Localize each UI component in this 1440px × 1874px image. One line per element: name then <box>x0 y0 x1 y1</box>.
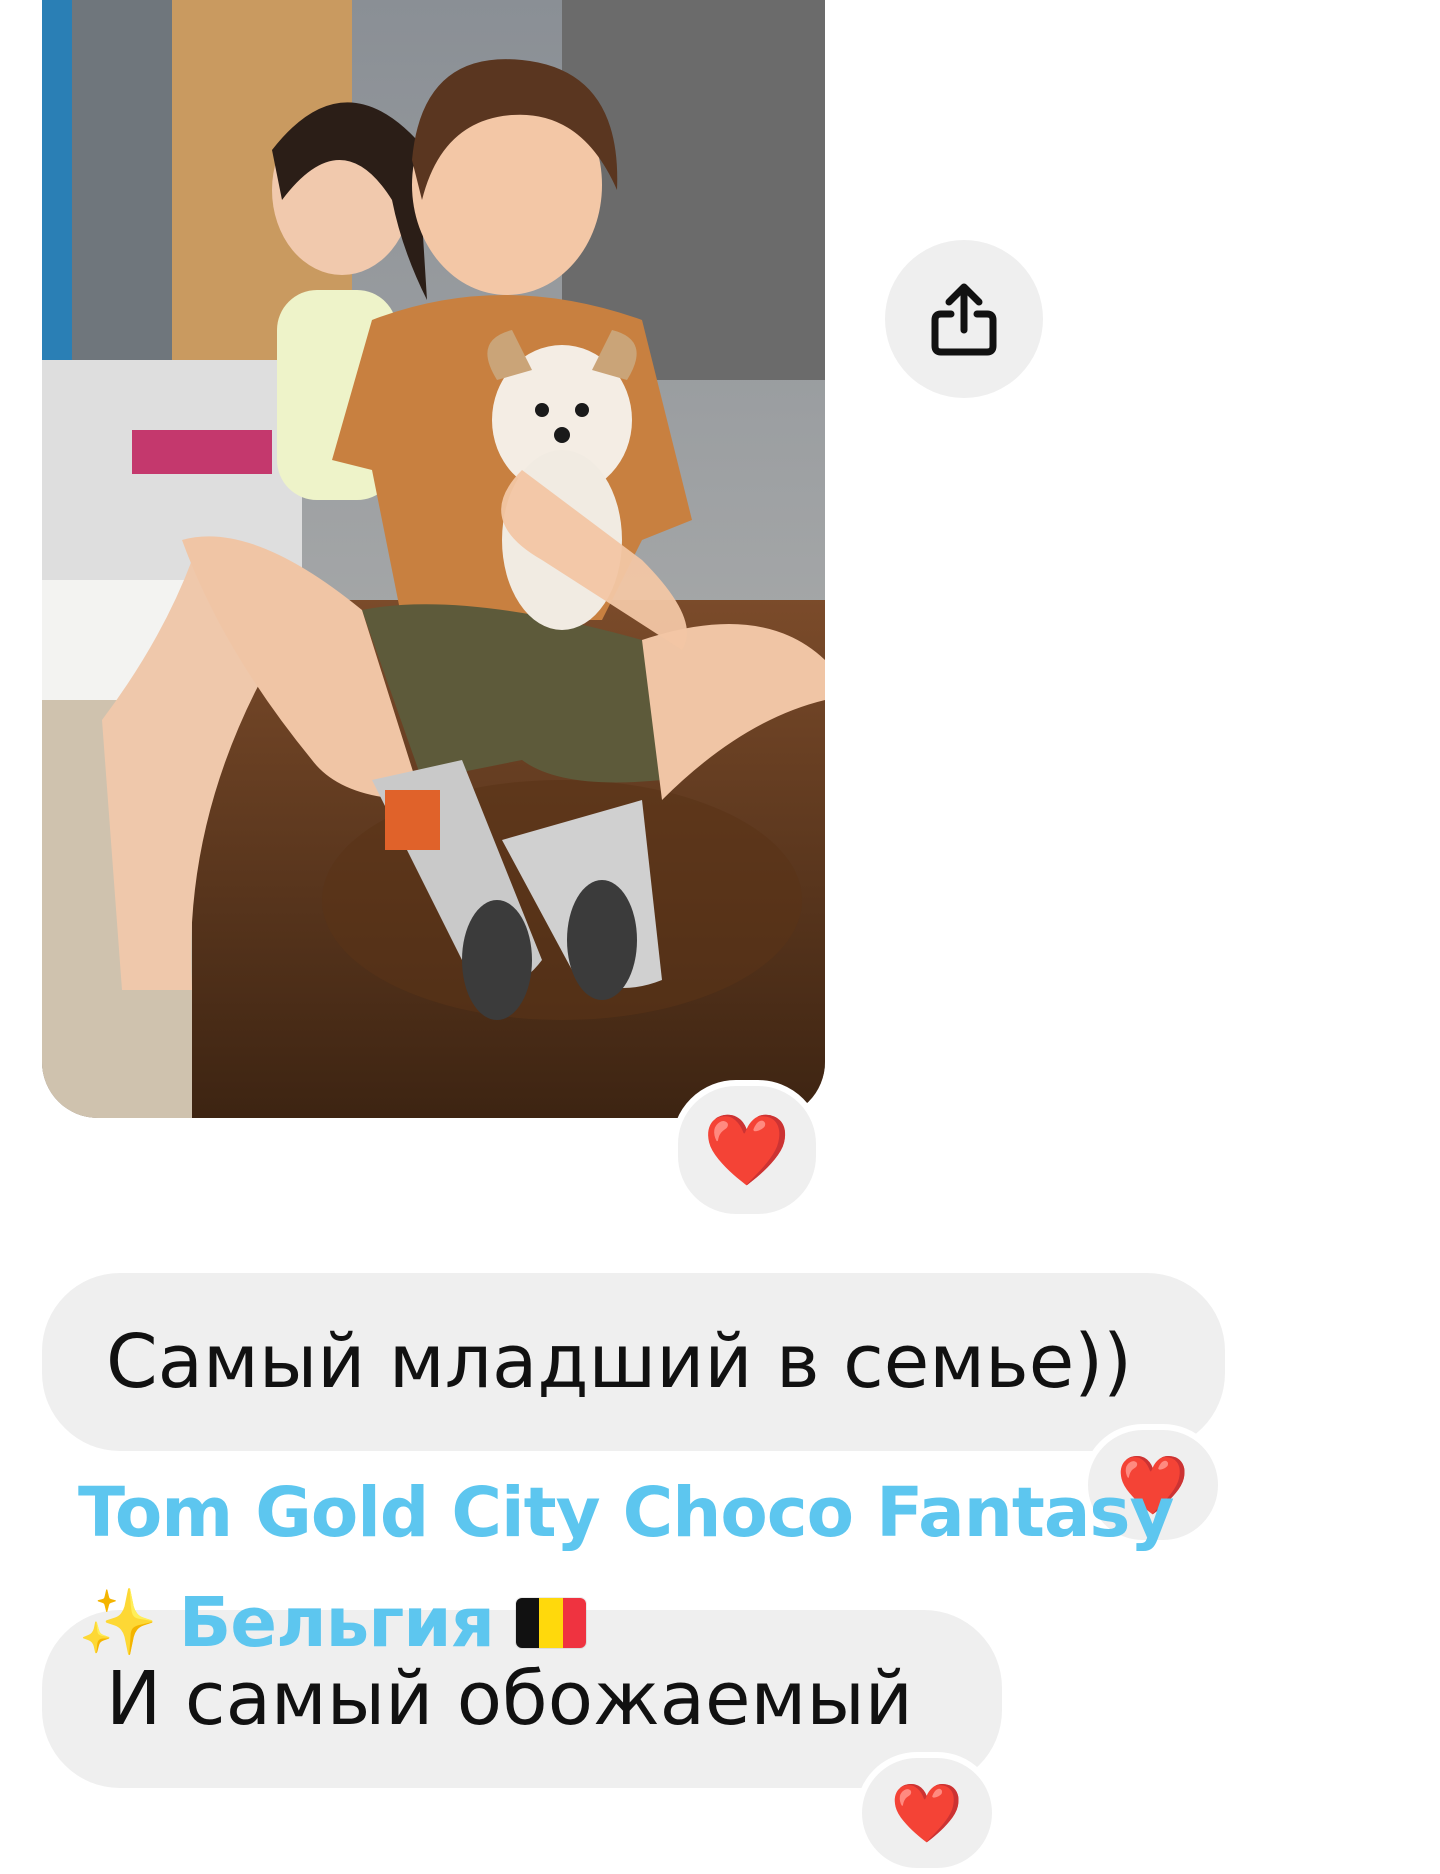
share-icon <box>931 283 997 356</box>
caption-country: Бельгия <box>178 1583 495 1663</box>
photo-children-with-puppy <box>42 0 825 1118</box>
caption-country-line: ✨ Бельгия <box>78 1568 1398 1678</box>
heart-icon: ❤️ <box>890 1779 964 1847</box>
heart-icon: ❤️ <box>703 1109 791 1191</box>
photo-message-image[interactable] <box>42 0 825 1118</box>
overlay-caption: Tom Gold City Choco Fantasy ✨ Бельгия <box>78 1458 1398 1678</box>
message-reaction-heart[interactable]: ❤️ <box>856 1752 998 1874</box>
message-bubble[interactable]: Самый младший в семье)) <box>42 1273 1225 1451</box>
belgium-flag-icon <box>515 1598 586 1648</box>
photo-reaction-heart[interactable]: ❤️ <box>672 1080 822 1220</box>
message-text: Самый младший в семье)) <box>106 1319 1132 1405</box>
share-button[interactable] <box>885 240 1043 398</box>
sparkles-icon: ✨ <box>78 1586 158 1660</box>
caption-title: Tom Gold City Choco Fantasy <box>78 1473 1174 1553</box>
